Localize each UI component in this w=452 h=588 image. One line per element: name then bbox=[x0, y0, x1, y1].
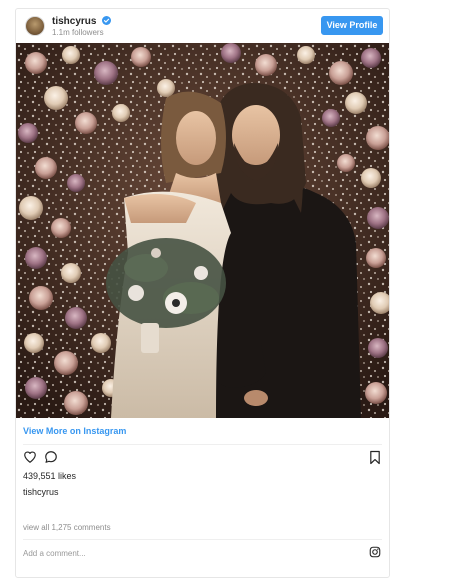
username[interactable]: tishcyrus bbox=[52, 16, 96, 27]
profile-avatar[interactable] bbox=[25, 16, 45, 36]
add-comment-input[interactable] bbox=[23, 546, 323, 560]
username-row[interactable]: tishcyrus bbox=[52, 16, 112, 27]
bookmark-icon[interactable] bbox=[369, 450, 381, 465]
view-profile-button[interactable]: View Profile bbox=[321, 16, 383, 35]
view-all-comments-link[interactable]: view all 1,275 comments bbox=[23, 523, 111, 532]
instagram-embed-card: tishcyrus 1.1m followers View Profile Vi… bbox=[15, 8, 390, 578]
heart-icon[interactable] bbox=[23, 450, 37, 464]
divider bbox=[23, 444, 382, 445]
post-header: tishcyrus 1.1m followers View Profile bbox=[16, 9, 389, 43]
likes-count[interactable]: 439,551 likes bbox=[23, 471, 76, 481]
comment-bubble-icon[interactable] bbox=[44, 450, 58, 464]
view-more-on-instagram-link[interactable]: View More on Instagram bbox=[23, 426, 126, 436]
post-photo[interactable] bbox=[16, 43, 389, 418]
caption-username[interactable]: tishcyrus bbox=[23, 487, 59, 497]
divider bbox=[23, 539, 382, 540]
wedding-photo-image bbox=[16, 43, 389, 418]
verified-badge-icon bbox=[102, 16, 112, 25]
followers-count: 1.1m followers bbox=[52, 28, 104, 37]
instagram-icon[interactable] bbox=[369, 546, 381, 558]
